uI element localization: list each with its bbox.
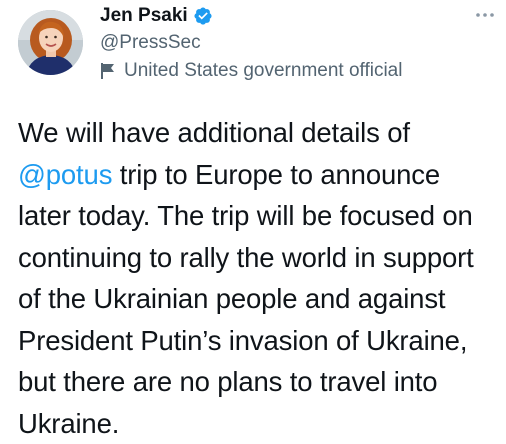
government-official-label: United States government official <box>124 59 402 83</box>
tweet: Jen Psaki @PressSec United States govern… <box>0 0 506 435</box>
author-handle[interactable]: @PressSec <box>100 31 201 55</box>
flag-icon <box>100 62 116 80</box>
tweet-text-line: but there are no plans to travel into <box>18 361 504 403</box>
tweet-text-line: continuing to rally the world in support <box>18 237 504 279</box>
more-options-icon[interactable] <box>472 6 498 24</box>
avatar-photo <box>18 10 83 75</box>
tweet-text-line: We will have additional details of <box>18 112 504 154</box>
author-name-row: Jen Psaki <box>100 4 213 28</box>
tweet-text: We will have additional details of @potu… <box>18 112 504 444</box>
tweet-text-segment: trip to Europe to announce <box>112 159 440 190</box>
verified-badge-icon <box>193 6 213 26</box>
account-label: United States government official <box>100 59 402 83</box>
tweet-text-line: @potus trip to Europe to announce <box>18 154 504 196</box>
author-display-name[interactable]: Jen Psaki <box>100 4 188 28</box>
tweet-text-line: later today. The trip will be focused on <box>18 195 504 237</box>
avatar[interactable] <box>18 10 83 75</box>
tweet-text-line: President Putin’s invasion of Ukraine, <box>18 320 504 362</box>
mention-link[interactable]: @potus <box>18 159 112 190</box>
tweet-text-line: of the Ukrainian people and against <box>18 278 504 320</box>
tweet-text-line: Ukraine. <box>18 403 504 444</box>
